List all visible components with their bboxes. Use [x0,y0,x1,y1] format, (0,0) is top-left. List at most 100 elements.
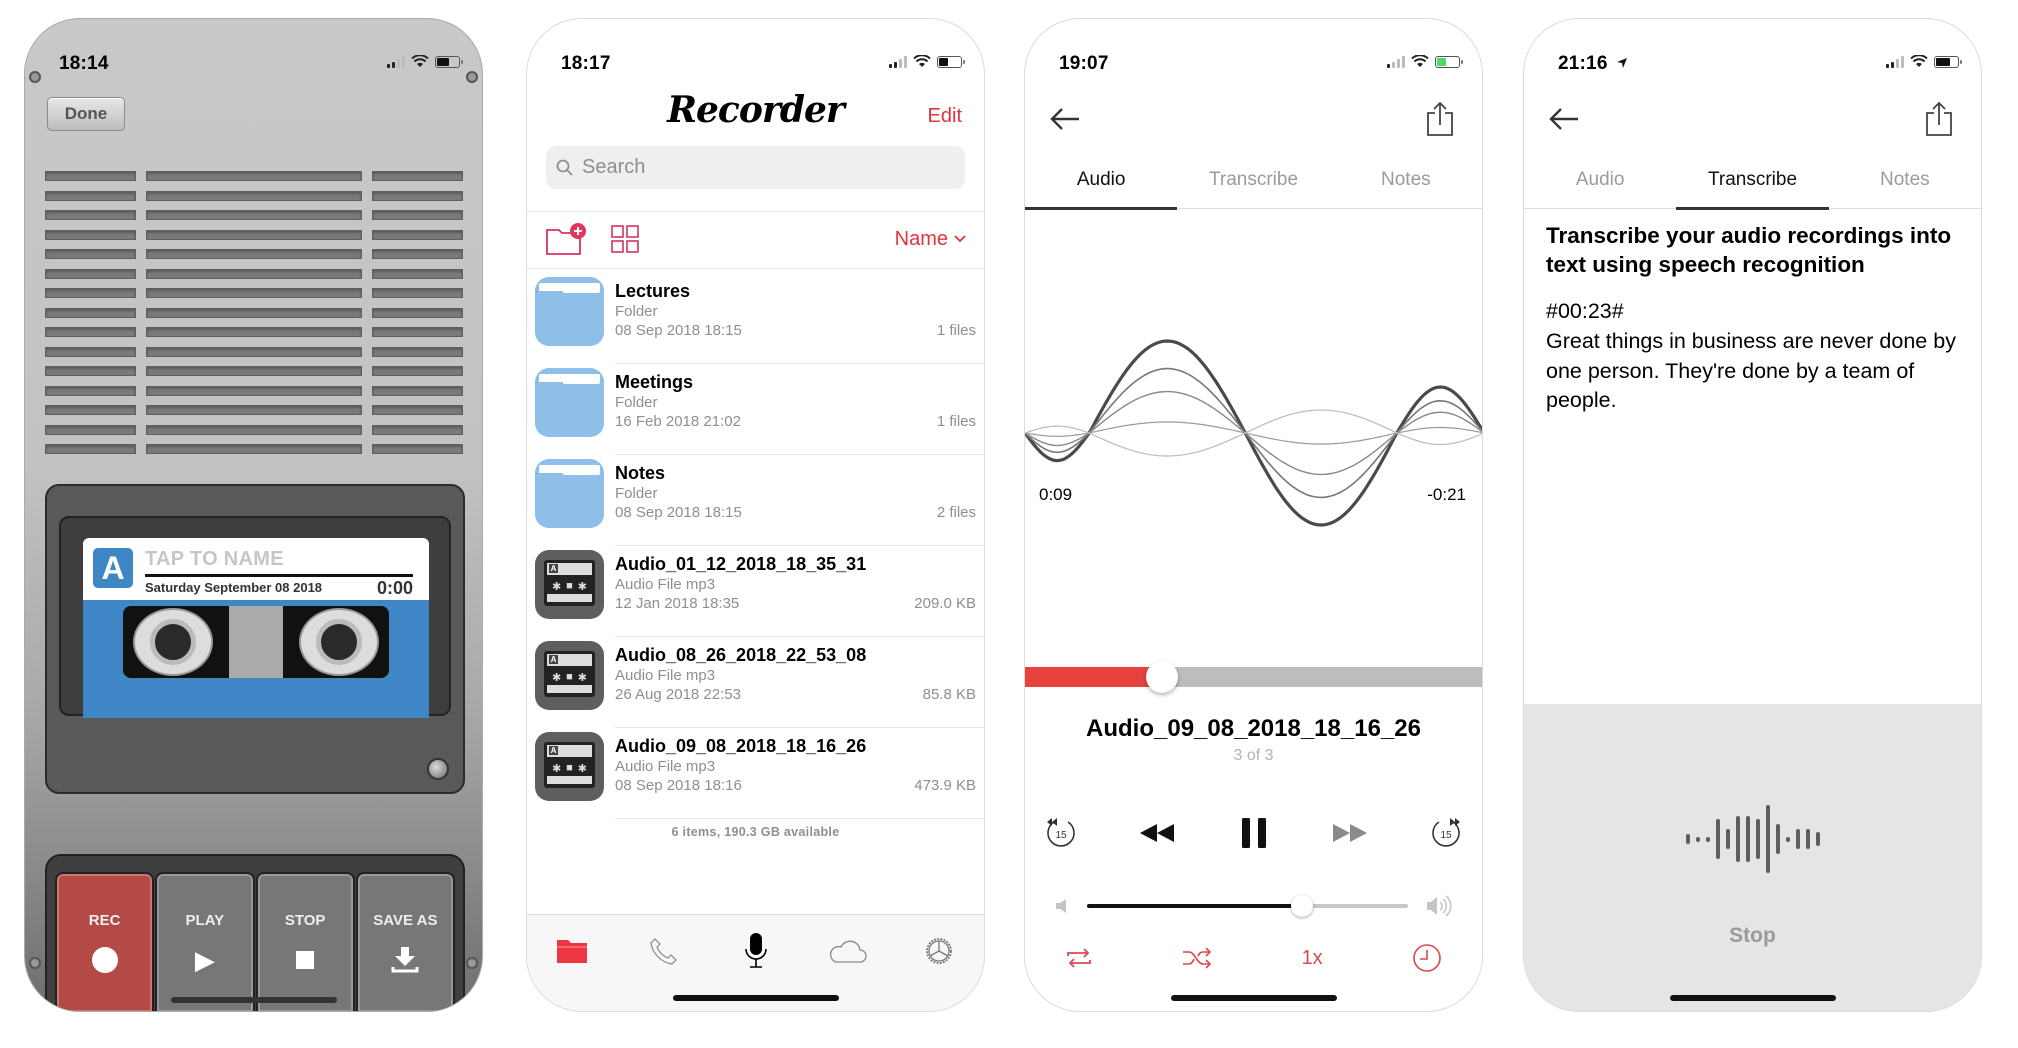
new-folder-icon[interactable] [545,222,589,256]
grille-slat [372,268,463,279]
item-type: Audio File mp3 [615,667,716,684]
edit-button[interactable]: Edit [928,105,962,128]
item-date: 08 Sep 2018 18:15 [615,504,742,521]
sound-bar [1745,816,1750,862]
skip-forward-15-button[interactable]: 15 [1422,809,1470,857]
rec-button[interactable]: REC [54,872,155,1011]
rewind-button[interactable] [1133,809,1181,857]
grille-slat [45,366,136,376]
tab-files[interactable] [547,931,597,971]
gear-icon [926,938,952,964]
sort-button[interactable]: Name [895,228,966,251]
grille-slat [372,385,463,396]
recognition-panel: Stop [1524,704,1981,1011]
audio-file-list-item[interactable]: A ✱ ■ ✱ Audio_09_08_2018_18_16_26 Audio File … [535,728,984,819]
grille-row [45,210,466,220]
grille-row [45,385,466,396]
play-button[interactable]: PLAY ▶ [155,872,255,1011]
signal-icon [1387,55,1405,68]
pause-button[interactable] [1230,809,1278,857]
cassette-window: A TAP TO NAME Saturday September 08 2018… [59,516,451,718]
tab-cloud[interactable] [822,931,872,971]
grille-slat [45,171,136,181]
audio-file-list-item[interactable]: A ✱ ■ ✱ Audio_01_12_2018_18_35_31 Audio File … [535,546,984,637]
stop-button[interactable]: STOP [255,872,355,1011]
transcript-text[interactable]: Great things in business are never done … [1546,327,1957,416]
tab-notes[interactable]: Notes [1829,169,1981,208]
grille-row [45,424,466,435]
folder-list-item[interactable]: Meetings Folder 16 Feb 2018 21:02 1 files [535,364,984,455]
save-as-button[interactable]: SAVE AS [355,872,456,1011]
save-as-label: SAVE AS [373,912,438,929]
tap-to-name-field[interactable]: TAP TO NAME [145,548,284,571]
tab-settings[interactable] [914,931,964,971]
playback-speed-button[interactable]: 1x [1302,947,1323,970]
cassette-tape[interactable]: A TAP TO NAME Saturday September 08 2018… [83,538,429,718]
stop-transcribe-button[interactable]: Stop [1524,924,1981,948]
status-icons [387,55,463,68]
fast-forward-button[interactable] [1326,809,1374,857]
skip-back-15-button[interactable]: 15 [1037,809,1085,857]
item-date: 16 Feb 2018 21:02 [615,413,741,430]
label-underline [145,574,413,577]
grille-slat [372,424,463,435]
grille-slat [146,327,362,337]
grille-slat [146,385,362,396]
grille-row [45,268,466,279]
volume-high-icon [1427,895,1452,917]
grille-slat [146,190,362,201]
playback-progress-slider[interactable] [1025,661,1482,693]
sleep-timer-icon[interactable] [1412,943,1442,973]
share-icon[interactable] [1426,101,1454,137]
home-indicator [672,995,839,1001]
tab-audio[interactable]: Audio [1025,169,1178,210]
grille-slat [372,249,463,259]
grille-row [45,190,466,201]
wifi-icon [411,55,429,67]
repeat-icon[interactable] [1065,947,1093,969]
signal-icon [387,55,405,68]
grille-slat [146,171,362,181]
grille-slat [372,190,463,201]
tab-transcribe[interactable]: Transcribe [1177,169,1329,208]
share-icon[interactable] [1925,101,1953,137]
deck-knob-icon [427,758,449,780]
svg-text:15: 15 [1440,830,1452,841]
grille-row [45,171,466,181]
item-name: Meetings [615,372,694,392]
sound-bar [1715,819,1720,859]
back-arrow-icon[interactable] [1049,107,1081,131]
done-button[interactable]: Done [47,97,125,131]
grid-view-icon[interactable] [611,225,639,253]
speaker-grille [45,171,466,464]
item-date: 12 Jan 2018 18:35 [615,595,740,612]
cassette-deck: A TAP TO NAME Saturday September 08 2018… [45,484,465,794]
tab-calls[interactable] [639,931,689,971]
item-meta: 2 files [936,504,976,521]
tab-notes[interactable]: Notes [1330,169,1482,208]
tab-record[interactable] [731,931,781,971]
volume-slider[interactable] [1087,895,1408,917]
divider [527,268,984,269]
item-date: 26 Aug 2018 22:53 [615,686,741,703]
grille-row [45,249,466,259]
folder-list-item[interactable]: Notes Folder 08 Sep 2018 18:15 2 files [535,455,984,546]
pause-icon [1241,818,1266,848]
back-arrow-icon[interactable] [1548,107,1580,131]
folder-list-item[interactable]: Lectures Folder 08 Sep 2018 18:15 1 files [535,273,984,364]
grille-row [45,366,466,376]
audio-file-list-item[interactable]: A ✱ ■ ✱ Audio_08_26_2018_22_53_08 Audio File … [535,637,984,728]
search-input[interactable]: Search [546,146,965,189]
sound-bar [1685,834,1690,844]
item-name: Notes [615,463,666,483]
wifi-icon [913,55,931,67]
waveform-curve [1025,339,1482,527]
cassette-label[interactable]: A TAP TO NAME Saturday September 08 2018… [83,538,429,600]
tab-audio[interactable]: Audio [1524,169,1676,208]
shuffle-icon[interactable] [1182,947,1212,969]
item-meta: 473.9 KB [914,777,976,794]
play-label: PLAY [185,912,225,929]
volume-knob[interactable] [1291,895,1314,917]
tab-transcribe[interactable]: Transcribe [1676,169,1829,210]
progress-knob[interactable] [1146,661,1179,693]
